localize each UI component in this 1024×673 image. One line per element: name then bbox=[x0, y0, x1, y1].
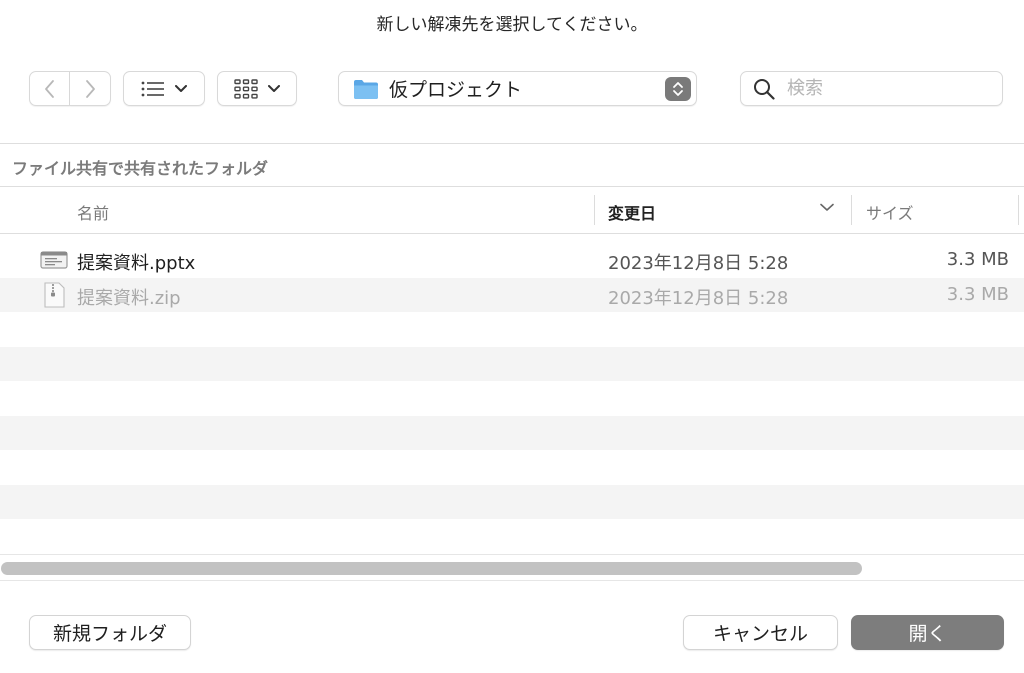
back-button[interactable] bbox=[29, 71, 70, 106]
open-button[interactable]: 開く bbox=[851, 615, 1004, 650]
section-title: ファイル共有で共有されたフォルダ bbox=[12, 159, 269, 178]
dialog-title: 新しい解凍先を選択してください。 bbox=[376, 15, 648, 35]
location-popup[interactable]: 仮プロジェクト bbox=[338, 71, 697, 106]
chevron-down-icon bbox=[175, 84, 187, 92]
search-icon bbox=[754, 78, 775, 100]
horizontal-scrollbar[interactable] bbox=[0, 554, 1024, 581]
location-stepper[interactable] bbox=[665, 77, 691, 101]
column-header-size[interactable]: サイズ bbox=[866, 200, 914, 224]
file-date: 2023年12月8日 5:28 bbox=[608, 253, 789, 274]
file-date: 2023年12月8日 5:28 bbox=[608, 287, 789, 309]
location-label: 仮プロジェクト bbox=[389, 79, 523, 101]
file-dialog: 新しい解凍先を選択してください。 仮プロジェクト 検索 ファイル共有で共有された… bbox=[0, 0, 1024, 673]
column-separator[interactable] bbox=[594, 195, 595, 225]
empty-row bbox=[0, 519, 1024, 554]
file-size: 3.3 MB bbox=[946, 249, 1009, 270]
empty-row bbox=[0, 415, 1024, 450]
empty-row bbox=[0, 484, 1024, 519]
cancel-button[interactable]: キャンセル bbox=[683, 615, 838, 650]
grid-view-button[interactable] bbox=[217, 71, 297, 106]
column-separator[interactable] bbox=[1018, 195, 1019, 225]
divider bbox=[0, 580, 1024, 581]
column-header-date[interactable]: 変更日 bbox=[608, 200, 656, 224]
file-name: 提案資料.pptx bbox=[77, 253, 196, 274]
table-row[interactable]: 提案資料.zip 2023年12月8日 5:28 3.3 MB bbox=[0, 277, 1024, 312]
folder-icon bbox=[354, 79, 378, 99]
grid-icon bbox=[234, 78, 258, 99]
empty-row bbox=[0, 450, 1024, 485]
table-header: 名前 変更日 サイズ bbox=[0, 186, 1024, 234]
table-row[interactable]: 提案資料.pptx 2023年12月8日 5:28 3.3 MB bbox=[0, 243, 1024, 278]
forward-button[interactable] bbox=[70, 71, 111, 106]
empty-row bbox=[0, 346, 1024, 381]
sort-chevron-icon bbox=[820, 203, 834, 211]
zip-file-icon bbox=[44, 281, 65, 308]
empty-row bbox=[0, 312, 1024, 347]
chevron-right-icon bbox=[86, 79, 95, 98]
column-header-name[interactable]: 名前 bbox=[77, 200, 109, 224]
pptx-file-icon bbox=[40, 251, 68, 269]
file-list: 提案資料.pptx 2023年12月8日 5:28 3.3 MB 提案資料.zi… bbox=[0, 243, 1024, 554]
file-name: 提案資料.zip bbox=[77, 287, 181, 309]
divider bbox=[0, 143, 1024, 144]
up-down-chevron-icon bbox=[673, 82, 683, 96]
search-input[interactable] bbox=[785, 77, 989, 100]
column-separator[interactable] bbox=[851, 195, 852, 225]
empty-row bbox=[0, 381, 1024, 416]
chevron-left-icon bbox=[44, 79, 54, 98]
file-size: 3.3 MB bbox=[946, 283, 1009, 305]
scrollbar-thumb[interactable] bbox=[1, 562, 862, 575]
list-view-button[interactable] bbox=[123, 71, 205, 106]
search-box[interactable] bbox=[740, 71, 1003, 106]
list-icon bbox=[141, 81, 164, 96]
chevron-down-icon bbox=[268, 84, 280, 92]
new-folder-button[interactable]: 新規フォルダ bbox=[29, 615, 191, 650]
